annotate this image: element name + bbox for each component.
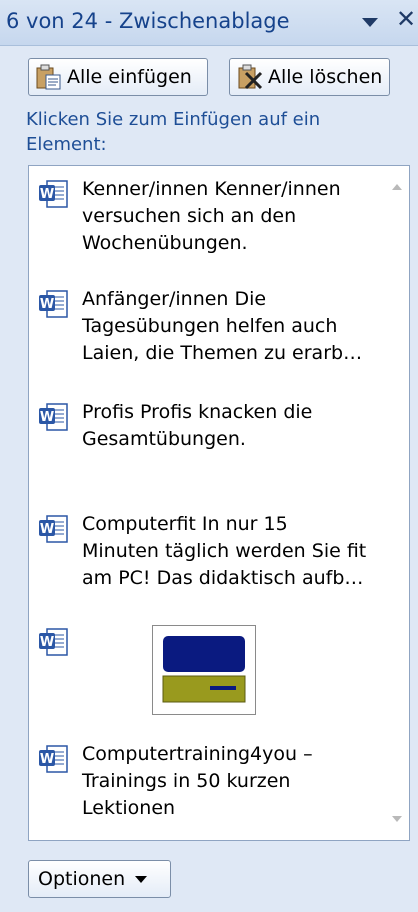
clipboard-item-text: Anfänger/innen Die Tagesübungen helfen a… [82,288,363,364]
paste-all-label: Alle einfügen [67,66,192,88]
svg-text:W: W [40,187,54,202]
options-button[interactable]: Optionen [28,860,171,898]
clipboard-item[interactable]: W Anfänger/innen Die Tagesübungen helfen… [29,286,389,376]
paste-all-button[interactable]: Alle einfügen [28,58,208,96]
chevron-down-icon [135,875,148,883]
svg-text:W: W [40,410,54,425]
paste-all-icon [36,64,61,90]
word-document-icon: W [38,514,70,548]
svg-text:W: W [40,752,54,767]
clipboard-item[interactable]: W Profis Profis knacken die Gesamtübunge… [29,399,389,459]
svg-text:W: W [40,297,54,312]
word-document-icon: W [38,289,70,323]
clear-all-label: Alle löschen [268,66,383,88]
clipboard-image-thumbnail [152,625,256,715]
clear-all-button[interactable]: Alle löschen [229,58,390,96]
scroll-down-arrow-icon[interactable] [392,816,402,822]
scroll-up-arrow-icon[interactable] [392,184,402,190]
clear-all-icon [238,64,263,90]
options-label: Optionen [38,868,126,890]
clipboard-item-text: Computertraining4you – Trainings in 50 k… [82,743,313,819]
word-document-icon: W [38,744,70,778]
pane-title-bar: 6 von 24 - Zwischenablage ✕ [0,0,418,46]
close-icon[interactable]: ✕ [396,7,416,31]
clipboard-item[interactable]: W Computertraining4you – Trainings in 50… [29,741,389,831]
word-document-icon: W [38,402,70,436]
clipboard-item-text: Computerfit In nur 15 Minuten täglich we… [82,513,367,589]
clipboard-item-text: Kenner/innen Kenner/innen versuchen sich… [82,178,341,254]
word-document-icon: W [38,179,70,213]
svg-text:W: W [40,522,54,537]
clipboard-item[interactable]: W Kenner/innen Kenner/innen versuchen si… [29,176,389,266]
pane-title: 6 von 24 - Zwischenablage [6,9,290,33]
paste-hint-text: Klicken Sie zum Einfügen auf ein Element… [26,109,321,155]
clipboard-item-list[interactable]: W Kenner/innen Kenner/innen versuchen si… [28,165,410,841]
pane-menu-dropdown-icon[interactable] [362,18,378,27]
word-document-icon: W [38,627,70,661]
clipboard-item-text: Profis Profis knacken die Gesamtübungen. [82,401,313,450]
clipboard-item[interactable]: W Computerfit In nur 15 Minuten täglich … [29,511,389,601]
svg-text:W: W [40,635,54,650]
